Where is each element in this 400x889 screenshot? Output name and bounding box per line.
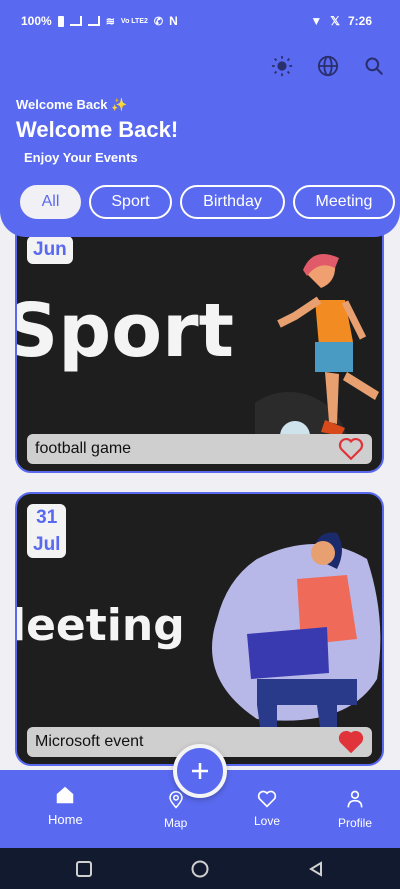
nav-map-label: Map	[164, 816, 188, 830]
event-card-footer: football game	[27, 434, 372, 464]
globe-icon[interactable]	[316, 54, 340, 78]
sun-icon[interactable]	[270, 54, 294, 78]
battery-text: 100%	[21, 14, 52, 28]
event-title: Microsoft event	[35, 733, 144, 750]
nav-profile-label: Profile	[338, 816, 373, 830]
home-icon	[57, 786, 74, 804]
date-badge: Jun	[27, 236, 73, 264]
welcome-small-text: Welcome Back ✨	[16, 97, 128, 112]
chip-birthday[interactable]: Birthday	[180, 185, 285, 219]
app-header: 100% ≋ Vo LTE2 ✆ N ▼ 𝕏 7:26 Welcome Back…	[0, 0, 400, 237]
page-subtitle: Enjoy Your Events	[24, 150, 138, 165]
nav-love-label: Love	[254, 814, 281, 828]
wifi-icon: ≋	[105, 15, 115, 28]
volte-text: Vo LTE2	[120, 17, 148, 25]
event-card[interactable]: 31 Jul leeting Microsoft event	[15, 492, 384, 766]
chip-all[interactable]: All	[20, 185, 81, 219]
search-icon[interactable]	[362, 54, 386, 78]
clock-text: 7:26	[347, 14, 372, 28]
page-title: Welcome Back!	[16, 117, 179, 142]
event-cover-text: leeting	[15, 600, 185, 651]
nav-profile[interactable]: Profile	[338, 788, 372, 830]
laptop-person-illustration	[212, 532, 381, 734]
home-circle-icon[interactable]	[191, 860, 209, 878]
recents-icon[interactable]	[76, 861, 92, 877]
event-title: football game	[35, 440, 132, 457]
signal-icon	[69, 16, 82, 26]
event-card[interactable]: Jun Sport football game	[15, 220, 384, 473]
heart-filled-icon[interactable]	[338, 730, 364, 754]
category-chips: All Sport Birthday Meeting	[20, 185, 395, 219]
nav-map[interactable]: Map	[164, 790, 187, 830]
date-month: Jul	[33, 534, 61, 555]
battery-icon	[57, 15, 64, 27]
date-day: 31	[36, 507, 58, 528]
signal-icon-2	[87, 16, 100, 26]
event-cover-text: Sport	[15, 288, 234, 374]
nav-home[interactable]: Home	[48, 784, 83, 827]
x-icon: 𝕏	[330, 14, 340, 28]
nav-home-label: Home	[48, 812, 83, 827]
date-month: Jun	[33, 239, 67, 260]
chip-sport[interactable]: Sport	[89, 185, 172, 219]
status-bar: 100% ≋ Vo LTE2 ✆ N ▼ 𝕏 7:26	[0, 8, 400, 34]
date-badge: 31 Jul	[27, 504, 67, 558]
nfc-icon: N	[169, 14, 178, 28]
person-icon	[347, 790, 363, 808]
chip-meeting[interactable]: Meeting	[293, 185, 395, 219]
vpn-icon: ▼	[310, 14, 323, 28]
football-player-illustration	[255, 254, 379, 457]
map-pin-icon	[168, 791, 183, 809]
back-icon[interactable]	[308, 861, 324, 877]
add-event-button[interactable]	[173, 744, 227, 798]
heart-outline-icon[interactable]	[338, 437, 364, 461]
call-icon: ✆	[153, 15, 164, 28]
plus-icon	[192, 763, 208, 779]
system-navigation-bar	[0, 848, 400, 889]
nav-love[interactable]: Love	[254, 790, 280, 828]
heart-icon	[257, 790, 277, 808]
